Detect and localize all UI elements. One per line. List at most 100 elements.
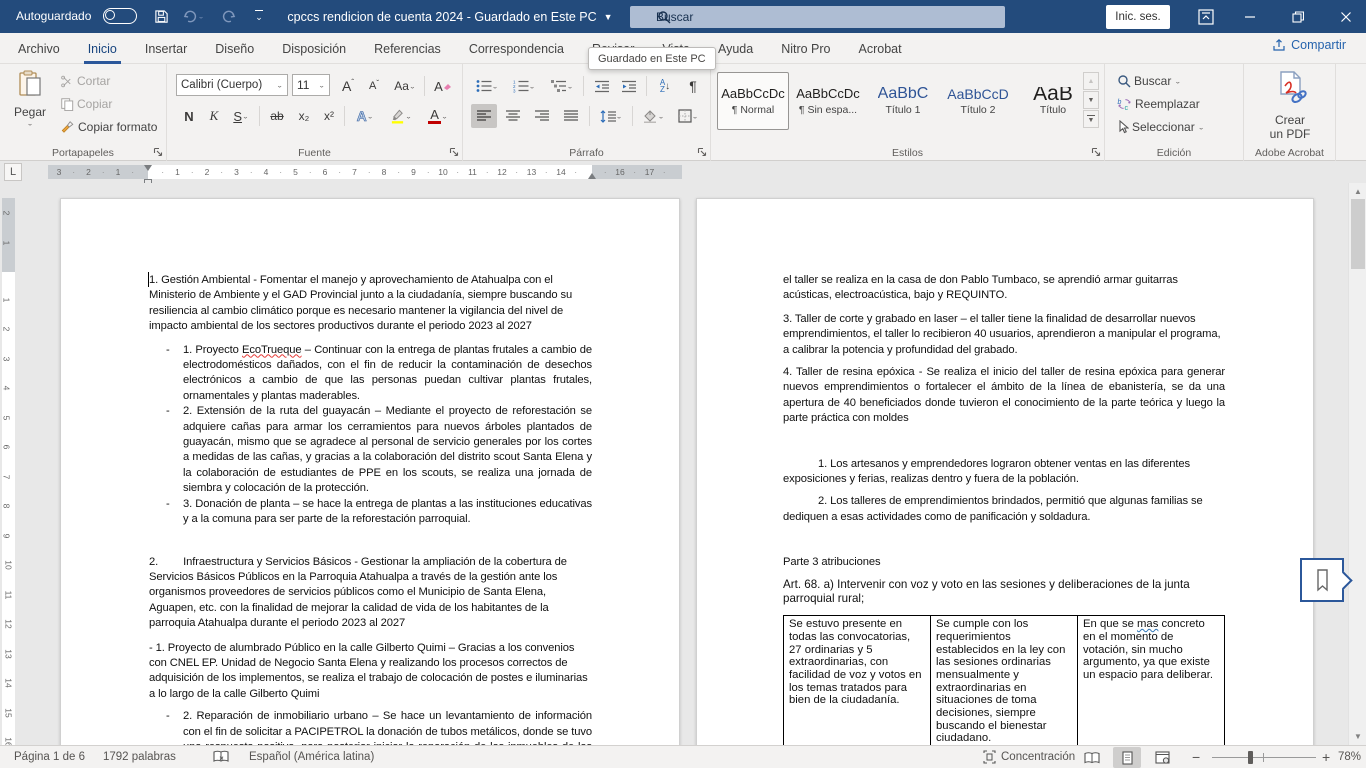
style-no-spacing[interactable]: AaBbCcDc ¶ Sin espa... [792,72,864,130]
tab-nitro-pro[interactable]: Nitro Pro [779,33,832,64]
borders-button[interactable]: ⌄ [672,104,704,128]
zoom-in-button[interactable]: + [1322,746,1330,768]
ribbon-display-options-icon[interactable] [1190,0,1222,33]
tab-stop-selector[interactable]: L [4,163,22,181]
horizontal-ruler[interactable]: 3·2·1·1·2·3·4·5·6·7·8·9·10·11·12·13·14··… [48,165,682,179]
text-effects-button[interactable]: A⌄ [350,104,380,128]
copy-button: Copiar [60,97,112,111]
increase-indent-button[interactable] [616,74,642,98]
tab-inicio[interactable]: Inicio [86,33,119,64]
style-heading1[interactable]: AaBbC Título 1 [867,72,939,130]
share-button[interactable]: Compartir [1272,38,1346,52]
replace-button[interactable]: bc Reemplazar [1117,97,1200,111]
grow-font-button[interactable]: Aˆ [336,74,360,98]
sort-button[interactable]: AZ↓ [651,74,679,98]
format-painter-button[interactable]: Copiar formato [60,120,157,134]
web-layout-button[interactable] [1148,747,1176,768]
autosave-toggle[interactable] [103,8,137,24]
word-count[interactable]: 1792 palabras [103,746,176,768]
bullets-button[interactable]: ⌄ [471,74,503,98]
decrease-indent-button[interactable] [589,74,615,98]
shrink-font-button[interactable]: Aˇ [362,74,386,98]
style-heading2[interactable]: AaBbCcD Título 2 [942,72,1014,130]
tab-ayuda[interactable]: Ayuda [716,33,755,64]
numbering-button[interactable]: 123⌄ [507,74,541,98]
font-color-button[interactable]: A⌄ [422,104,454,128]
highlight-color-button[interactable]: ⌄ [385,104,417,128]
tab-referencias[interactable]: Referencias [372,33,443,64]
tab-insertar[interactable]: Insertar [143,33,189,64]
superscript-button[interactable]: x² [317,104,341,128]
zoom-level[interactable]: 78% [1338,746,1361,768]
redo-icon[interactable] [216,5,242,28]
font-dialog-launcher-icon[interactable] [449,147,459,157]
proofing-errors-icon[interactable] [213,746,229,768]
font-size-select[interactable]: 11⌄ [292,74,330,96]
scrollbar-thumb[interactable] [1351,199,1365,269]
search-bar[interactable] [630,6,1005,28]
styles-scroll-up-icon[interactable]: ▲ [1083,72,1099,90]
paste-button[interactable]: Pegar ⌄ [8,70,52,142]
clipboard-icon [17,70,43,98]
italic-button[interactable]: K [204,104,224,128]
zoom-slider-track[interactable] [1212,757,1316,758]
bold-button[interactable]: N [178,104,200,128]
align-center-button[interactable] [500,104,526,128]
multilevel-list-button[interactable]: ⌄ [545,74,579,98]
right-indent-marker[interactable] [588,173,596,179]
vertical-scrollbar[interactable]: ▲ ▼ [1348,183,1366,745]
sign-in-button[interactable]: Inic. ses. [1106,5,1170,29]
page-2[interactable]: el taller se realiza en la casa de don P… [696,198,1314,745]
minimize-button[interactable] [1234,0,1266,33]
pilcrow-button[interactable]: ¶ [681,74,705,98]
style-normal[interactable]: AaBbCcDc ¶ Normal [717,72,789,130]
title-dropdown-icon[interactable]: ▼ [604,12,613,22]
styles-dialog-launcher-icon[interactable] [1091,147,1101,157]
page-indicator[interactable]: Página 1 de 6 [14,746,85,768]
close-button[interactable] [1330,0,1362,33]
underline-button[interactable]: S⌄ [226,104,256,128]
change-case-button[interactable]: Aa⌄ [390,74,420,98]
vertical-ruler[interactable]: 2112345678910111213141516 [2,198,15,745]
styles-gallery-more-icon[interactable]: ▼ [1083,110,1099,128]
restore-button[interactable] [1282,0,1314,33]
find-button[interactable]: Buscar⌄ [1117,74,1181,88]
first-line-indent-marker[interactable] [144,165,152,171]
create-pdf-button[interactable]: Crear un PDF [1244,70,1336,141]
shading-button[interactable]: ⌄ [637,104,669,128]
select-button[interactable]: Seleccionar⌄ [1117,120,1204,134]
align-left-button[interactable] [471,104,497,128]
scroll-up-icon[interactable]: ▲ [1350,183,1366,199]
clear-formatting-button[interactable]: A [430,74,456,98]
zoom-slider-thumb[interactable] [1248,751,1253,764]
tab-correspondencia[interactable]: Correspondencia [467,33,566,64]
styles-scroll-down-icon[interactable]: ▼ [1083,91,1099,109]
tab-archivo[interactable]: Archivo [16,33,62,64]
line-spacing-button[interactable]: ⌄ [594,104,628,128]
tab-diseno[interactable]: Diseño [213,33,256,64]
print-layout-button[interactable] [1113,747,1141,768]
page-1[interactable]: 1. Gestión Ambiental - Fomentar el manej… [60,198,680,745]
numbered-list-icon: 123 [513,79,529,93]
strikethrough-button[interactable]: ab [264,104,290,128]
zoom-out-button[interactable]: − [1192,746,1200,768]
focus-mode-button[interactable]: Concentración [983,746,1075,768]
read-mode-button[interactable] [1078,747,1106,768]
tab-acrobat[interactable]: Acrobat [857,33,904,64]
tab-disposicion[interactable]: Disposición [280,33,348,64]
justify-button[interactable] [558,104,584,128]
pdf-icon [1273,70,1307,106]
subscript-button[interactable]: x₂ [292,104,316,128]
document-table: Se estuvo presente en todas las convocat… [783,615,1225,745]
style-title[interactable]: AaB Título [1017,72,1089,130]
save-icon[interactable] [148,5,174,28]
paragraph-dialog-launcher-icon[interactable] [697,147,707,157]
clipboard-dialog-launcher-icon[interactable] [153,147,163,157]
font-name-select[interactable]: Calibri (Cuerpo)⌄ [176,74,288,96]
search-input[interactable] [656,10,956,24]
align-right-button[interactable] [529,104,555,128]
undo-icon[interactable]: ⌄ [180,5,206,28]
bookmark-popup[interactable] [1300,558,1344,602]
language-indicator[interactable]: Español (América latina) [249,746,374,768]
scroll-down-icon[interactable]: ▼ [1350,728,1366,744]
